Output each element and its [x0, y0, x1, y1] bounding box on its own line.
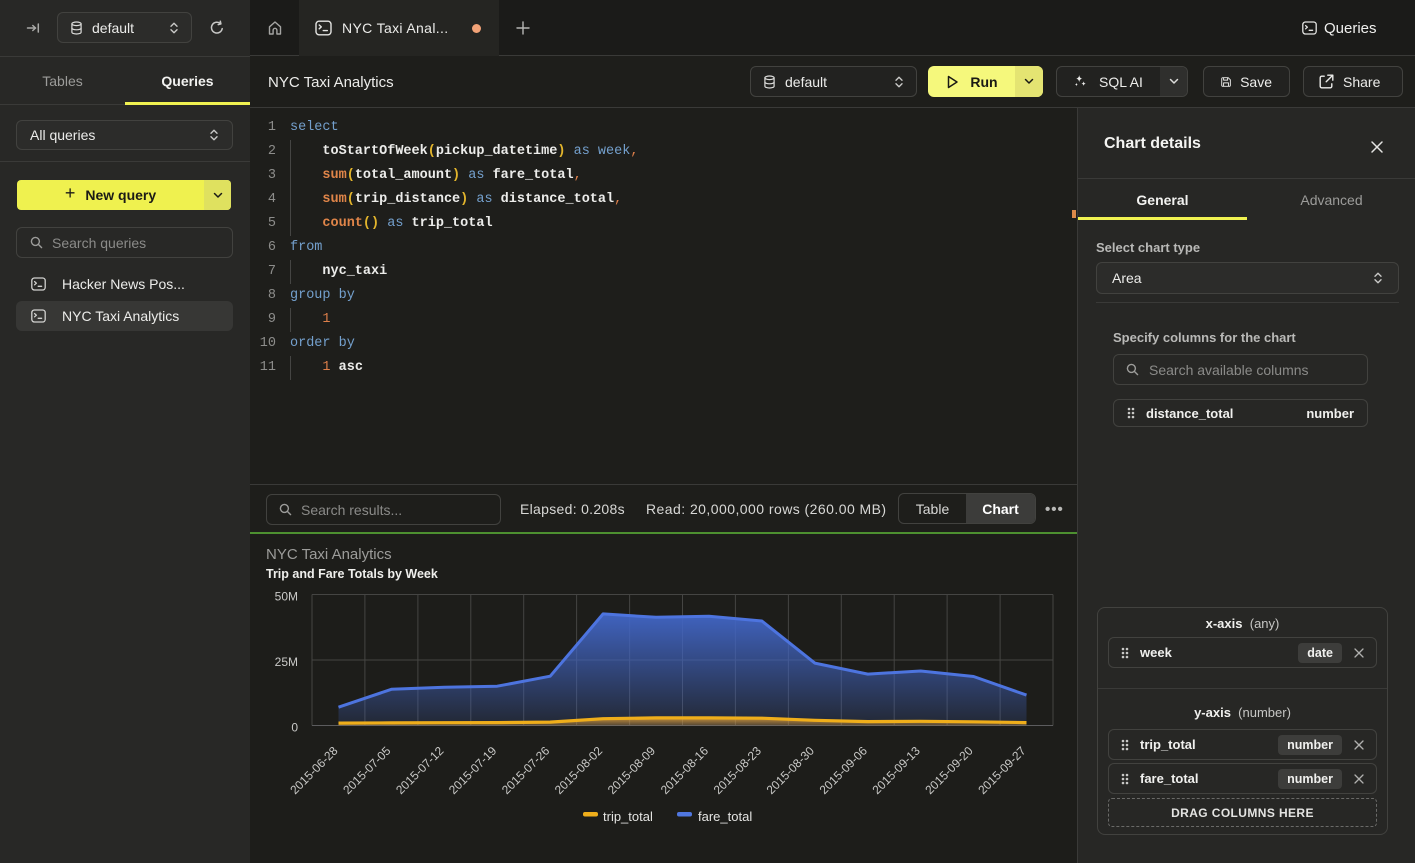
svg-text:25M: 25M — [275, 655, 298, 669]
svg-text:2015-09-13: 2015-09-13 — [870, 743, 924, 797]
svg-text:2015-09-20: 2015-09-20 — [922, 743, 976, 797]
svg-text:2015-08-23: 2015-08-23 — [711, 743, 765, 797]
svg-text:2015-08-09: 2015-08-09 — [605, 743, 659, 797]
svg-text:2015-06-28: 2015-06-28 — [287, 743, 341, 797]
svg-text:2015-07-05: 2015-07-05 — [340, 743, 394, 797]
svg-text:2015-07-12: 2015-07-12 — [393, 743, 447, 797]
svg-text:fare_total: fare_total — [698, 809, 752, 824]
svg-text:0: 0 — [291, 721, 298, 735]
svg-text:2015-08-16: 2015-08-16 — [658, 743, 712, 797]
svg-text:2015-07-26: 2015-07-26 — [499, 743, 553, 797]
svg-text:2015-07-19: 2015-07-19 — [446, 743, 500, 797]
svg-text:2015-09-27: 2015-09-27 — [975, 743, 1029, 797]
svg-text:trip_total: trip_total — [603, 809, 653, 824]
svg-text:2015-09-06: 2015-09-06 — [817, 743, 871, 797]
svg-text:50M: 50M — [275, 590, 298, 604]
svg-text:2015-08-30: 2015-08-30 — [764, 743, 818, 797]
svg-text:2015-08-02: 2015-08-02 — [552, 743, 606, 797]
